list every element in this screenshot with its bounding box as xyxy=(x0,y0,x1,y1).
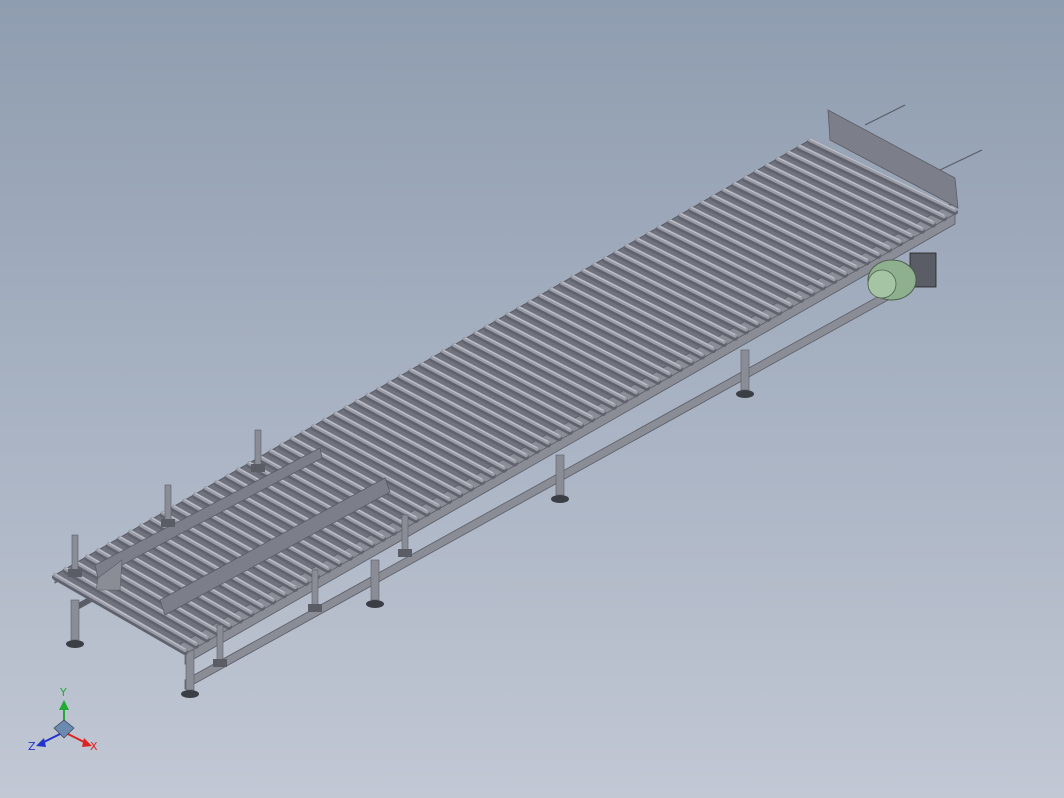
y-axis-label: Y xyxy=(59,686,67,699)
support-leg xyxy=(555,454,565,496)
leveling-foot xyxy=(66,640,84,648)
z-axis-label: Z xyxy=(28,740,36,753)
guide-clamp xyxy=(308,604,322,612)
cad-viewport[interactable]: Y Z X xyxy=(0,0,1064,798)
leveling-foot xyxy=(551,495,569,503)
motor-endcap xyxy=(867,269,897,299)
x-axis-label: X xyxy=(90,740,98,753)
leveling-foot xyxy=(736,390,754,398)
guide-clamp xyxy=(251,464,265,472)
sensor-rod xyxy=(864,104,906,126)
support-leg xyxy=(370,559,380,601)
sensor-rod xyxy=(939,149,983,171)
conveyor-model[interactable] xyxy=(0,0,1064,798)
guide-clamp xyxy=(68,569,82,577)
z-axis-arrow xyxy=(36,738,46,747)
y-axis-arrow xyxy=(59,700,69,710)
guide-clamp xyxy=(398,549,412,557)
leveling-foot xyxy=(181,690,199,698)
guide-clamp xyxy=(161,519,175,527)
support-leg xyxy=(70,599,80,641)
leveling-foot xyxy=(366,600,384,608)
orientation-triad: Y Z X xyxy=(28,686,98,753)
support-leg xyxy=(740,349,750,391)
support-leg xyxy=(185,649,195,691)
guide-clamp xyxy=(213,659,227,667)
